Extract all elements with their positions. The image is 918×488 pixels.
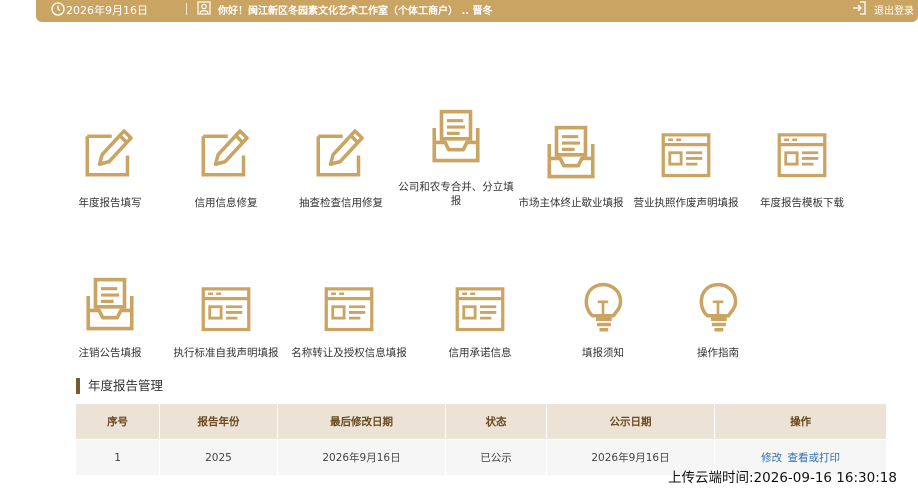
tile-label: 年度报告模板下载: [760, 197, 844, 209]
divider: [186, 3, 187, 15]
section-title: 年度报告管理: [76, 378, 163, 394]
edit-icon: [80, 124, 140, 180]
tray-icon: [425, 108, 487, 166]
window-icon: [196, 284, 256, 336]
table-header-row: 序号 报告年份 最后修改日期 状态 公示日期 操作: [76, 404, 887, 440]
tile-label: 注销公告填报: [78, 347, 142, 359]
tile-license-void[interactable]: 营业执照作废声明填报: [621, 130, 751, 210]
tile-merger-split[interactable]: 公司和农专合并、分立填报: [391, 108, 521, 208]
col-header-index: 序号: [76, 404, 161, 440]
tile-filling-notice[interactable]: 填报须知: [538, 278, 668, 360]
tile-label: 营业执照作废声明填报: [633, 197, 739, 209]
tile-standard-declaration[interactable]: 执行标准自我声明填报: [161, 284, 291, 360]
user-icon: [197, 1, 211, 15]
cell-status: 已公示: [445, 439, 547, 475]
tile-credit-repair[interactable]: 信用信息修复: [161, 124, 291, 210]
col-header-modified: 最后修改日期: [277, 404, 447, 440]
window-icon: [319, 284, 379, 336]
tile-label: 信用承诺信息: [448, 347, 512, 359]
bulb-icon: [575, 278, 631, 336]
view-print-link[interactable]: 查看或打印: [787, 452, 840, 464]
user-greeting: 你好！闽江新区冬园素文化艺术工作室（个体工商户） .. 晋冬: [218, 6, 493, 17]
tray-icon: [79, 276, 141, 334]
window-icon: [450, 284, 510, 336]
tile-annual-report-fill[interactable]: 年度报告填写: [45, 124, 175, 210]
edit-link[interactable]: 修改: [761, 452, 782, 464]
tile-label: 填报须知: [582, 347, 624, 359]
cell-modified: 2026年9月16日: [277, 439, 447, 475]
edit-icon: [311, 124, 371, 180]
tile-label: 市场主体终止歇业填报: [518, 197, 624, 209]
upload-time: 上传云端时间:2026-09-16 16:30:18: [668, 470, 897, 486]
tile-label: 信用信息修复: [194, 197, 258, 209]
col-header-year: 报告年份: [159, 404, 278, 440]
tile-label: 年度报告填写: [78, 197, 142, 209]
tile-label: 执行标准自我声明填报: [173, 347, 279, 359]
tile-label: 名称转让及授权信息填报: [291, 347, 407, 359]
annual-report-table: 序号 报告年份 最后修改日期 状态 公示日期 操作 1 2025 2026年9月…: [76, 404, 887, 475]
bulb-icon: [690, 278, 746, 336]
tile-template-download[interactable]: 年度报告模板下载: [737, 130, 867, 210]
top-bar: 2026年9月16日 你好！闽江新区冬园素文化艺术工作室（个体工商户） .. 晋…: [36, 0, 918, 22]
logout-link[interactable]: 退出登录: [874, 2, 914, 17]
tile-cancel-announcement[interactable]: 注销公告填报: [45, 276, 175, 360]
tile-label: 操作指南: [697, 347, 739, 359]
window-icon: [772, 130, 832, 182]
logout-icon[interactable]: [851, 0, 867, 16]
col-header-published: 公示日期: [546, 404, 716, 440]
tile-label: 抽查检查信用修复: [299, 197, 383, 209]
tile-inspection-credit-repair[interactable]: 抽查检查信用修复: [276, 124, 406, 210]
col-header-status: 状态: [445, 404, 547, 440]
clock-icon: [51, 2, 65, 16]
window-icon: [656, 130, 716, 182]
cell-year: 2025: [159, 439, 278, 475]
cell-index: 1: [76, 439, 161, 475]
tile-credit-commitment[interactable]: 信用承诺信息: [415, 284, 545, 360]
tile-operation-guide[interactable]: 操作指南: [653, 278, 783, 360]
tile-name-transfer[interactable]: 名称转让及授权信息填报: [284, 284, 414, 360]
current-date: 2026年9月16日: [66, 4, 148, 17]
tile-label: 公司和农专合并、分立填报: [398, 181, 514, 207]
edit-icon: [196, 124, 256, 180]
tray-icon: [540, 124, 602, 182]
col-header-actions: 操作: [714, 404, 887, 440]
tile-termination[interactable]: 市场主体终止歇业填报: [506, 124, 636, 210]
